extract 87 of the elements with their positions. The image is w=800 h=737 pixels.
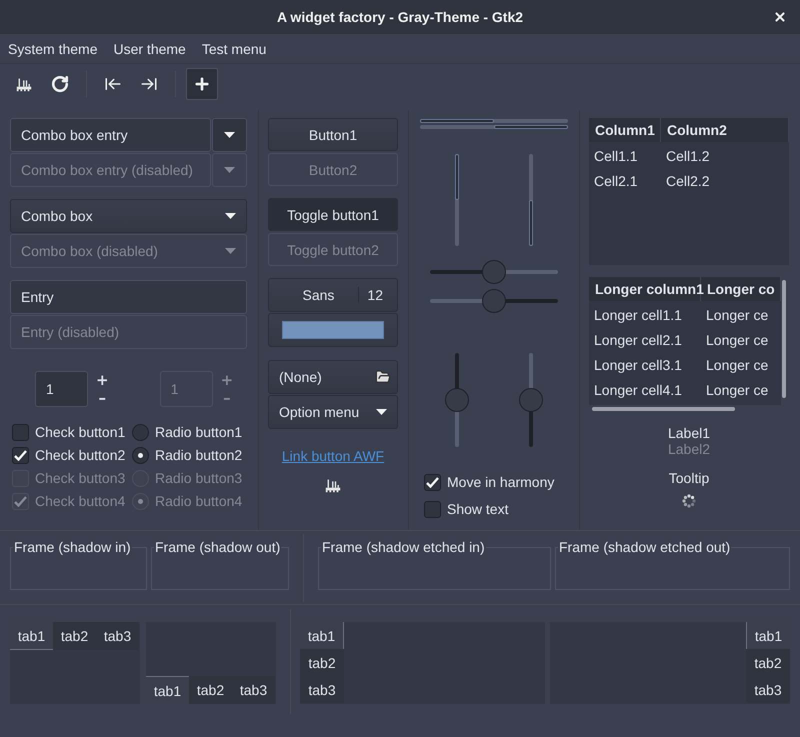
checkbox[interactable] [424, 500, 441, 518]
checkbox-label: Check button3 [35, 470, 126, 486]
combo-box[interactable]: Combo box [10, 199, 247, 233]
column-header[interactable]: Longer column1 [589, 277, 701, 301]
radio-label: Radio button4 [155, 493, 242, 509]
tab[interactable]: tab3 [300, 676, 344, 703]
tab[interactable]: tab1 [746, 622, 790, 649]
file-chooser-button[interactable]: (None) [268, 360, 398, 394]
option-menu[interactable]: Option menu [268, 395, 398, 429]
table-cell-text: Longer ce [705, 356, 770, 372]
table-cell-text: Cell1.1 [593, 148, 639, 164]
slider-thumb[interactable] [482, 289, 506, 313]
checkbox-label: Move in harmony [447, 474, 554, 490]
radio-label: Radio button1 [155, 424, 242, 440]
color-button[interactable] [268, 313, 398, 347]
font-button[interactable]: Sans 12 [268, 278, 398, 312]
label: Tooltip [668, 470, 710, 486]
tab[interactable]: tab2 [53, 622, 96, 650]
checkbox[interactable] [424, 474, 441, 490]
table-cell-text: Longer cell2.1 [593, 332, 683, 348]
radio-label: Radio button3 [155, 470, 242, 486]
checkbox-label: Check button1 [35, 424, 126, 440]
checkbox[interactable] [12, 424, 29, 440]
checkbox-label: Check button4 [35, 493, 126, 509]
tab[interactable]: tab1 [300, 622, 344, 649]
button[interactable]: Button1 [268, 118, 398, 151]
down-triangle-icon [224, 167, 235, 173]
down-triangle-icon [225, 213, 236, 219]
slider[interactable] [430, 289, 558, 313]
decrement-button[interactable]: – [92, 389, 113, 407]
tab[interactable]: tab2 [189, 676, 232, 704]
slider-thumb[interactable] [482, 260, 506, 284]
spin-field[interactable]: 1 [35, 371, 88, 407]
frame-label: Frame (shadow in) [13, 539, 132, 555]
dropdown-button[interactable] [212, 118, 247, 152]
slider-thumb[interactable] [519, 388, 543, 412]
down-triangle-icon [376, 409, 387, 415]
table-cell-text: Longer ce [705, 306, 770, 322]
entry-field[interactable]: Entry [10, 280, 247, 314]
scrollbar[interactable] [782, 280, 786, 398]
table-cell-text: Longer ce [705, 382, 770, 398]
down-triangle-icon [225, 248, 236, 254]
slider[interactable] [430, 260, 558, 284]
menu-item[interactable]: Test menu [194, 40, 274, 56]
toolbar-button[interactable] [186, 68, 218, 100]
frame-label: Frame (shadow out) [154, 539, 282, 555]
window-title: A widget factory - Gray-Theme - Gtk2 [276, 9, 524, 25]
tab[interactable]: tab3 [232, 676, 275, 704]
frame-label: Frame (shadow etched in) [321, 539, 486, 555]
table-cell-text: Longer cell3.1 [593, 356, 683, 372]
label: Label1 [668, 425, 710, 441]
toggle-button[interactable]: Toggle button1 [268, 198, 398, 231]
close-icon [773, 10, 787, 24]
tab[interactable]: tab3 [746, 676, 790, 703]
column-header[interactable]: Column2 [661, 118, 789, 142]
radio-button[interactable] [132, 446, 149, 464]
refresh-icon [51, 74, 69, 94]
slider[interactable] [445, 353, 469, 447]
label: Label2 [668, 441, 710, 457]
checkbox-label: Check button2 [35, 447, 126, 463]
radio-label: Radio button2 [155, 447, 242, 463]
checkbox-label: Show text [447, 501, 508, 517]
radio-button[interactable] [132, 424, 149, 440]
tab[interactable]: tab2 [300, 649, 344, 676]
slider-thumb[interactable] [445, 388, 469, 412]
down-triangle-icon [224, 132, 235, 138]
tab[interactable]: tab1 [146, 676, 189, 704]
table-cell-text: Longer cell1.1 [593, 306, 683, 322]
tab[interactable]: tab3 [96, 622, 139, 650]
table-cell-text: Cell2.2 [665, 172, 711, 188]
menu-item[interactable]: User theme [105, 40, 194, 56]
table-cell-text: Longer cell4.1 [593, 382, 683, 398]
table-cell-text: Cell2.1 [593, 172, 639, 188]
combo-entry[interactable]: Combo box entry [10, 118, 211, 152]
increment-button[interactable]: + [92, 371, 113, 389]
loading-spinner-icon [682, 494, 696, 508]
tab[interactable]: tab2 [746, 649, 790, 676]
table-cell-text: Cell1.2 [665, 148, 711, 164]
column-header[interactable]: Column1 [589, 118, 661, 142]
folder-icon [375, 369, 391, 385]
tab[interactable]: tab1 [10, 622, 53, 650]
menu-item[interactable]: System theme [0, 40, 106, 56]
slider[interactable] [519, 353, 543, 447]
checkbox[interactable] [12, 446, 29, 464]
scrollbar[interactable] [592, 407, 735, 411]
table-cell-text: Longer ce [705, 332, 770, 348]
frame-label: Frame (shadow etched out) [558, 539, 732, 555]
